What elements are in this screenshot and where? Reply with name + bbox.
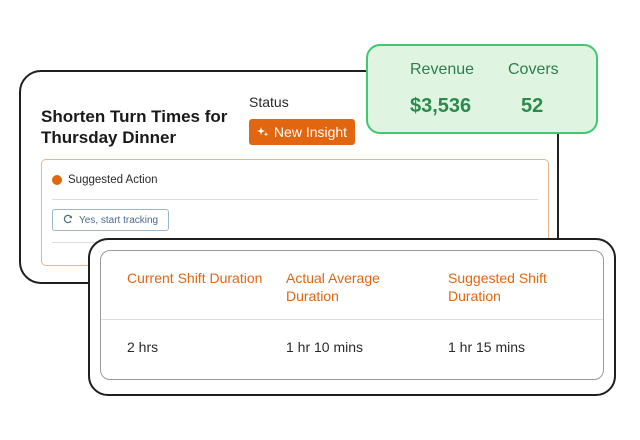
divider [52,199,538,200]
metrics-card: Revenue Covers $3,536 52 [366,44,598,134]
sparkle-icon [256,126,269,138]
revenue-value: $3,536 [410,95,472,117]
status-badge-label: New Insight [273,124,348,140]
suggested-action-icon [52,175,62,185]
duration-card: Current Shift Duration Actual Average Du… [88,238,616,396]
refresh-icon [63,214,73,227]
value-suggested-shift: 1 hr 15 mins [448,339,526,355]
start-tracking-button[interactable]: Yes, start tracking [52,209,170,231]
revenue-label: Revenue [410,61,475,78]
table-divider [101,319,603,320]
value-actual-average: 1 hr 10 mins [286,339,364,355]
covers-label: Covers [508,61,559,78]
duration-table: Current Shift Duration Actual Average Du… [100,250,604,380]
covers-value: 52 [521,95,544,117]
status-label: Status [249,94,289,110]
value-current-shift: 2 hrs [127,339,159,355]
start-tracking-label: Yes, start tracking [79,214,159,226]
status-badge[interactable]: New Insight [249,119,355,145]
header-suggested-shift: Suggested Shift Duration [448,270,547,304]
insight-title: Shorten Turn Times for Thursday Dinner [41,107,228,147]
header-actual-average: Actual Average Duration [286,270,380,304]
header-current-shift: Current Shift Duration [127,270,263,286]
suggested-action-label: Suggested Action [68,174,158,186]
suggested-action-header: Suggested Action [52,174,158,186]
